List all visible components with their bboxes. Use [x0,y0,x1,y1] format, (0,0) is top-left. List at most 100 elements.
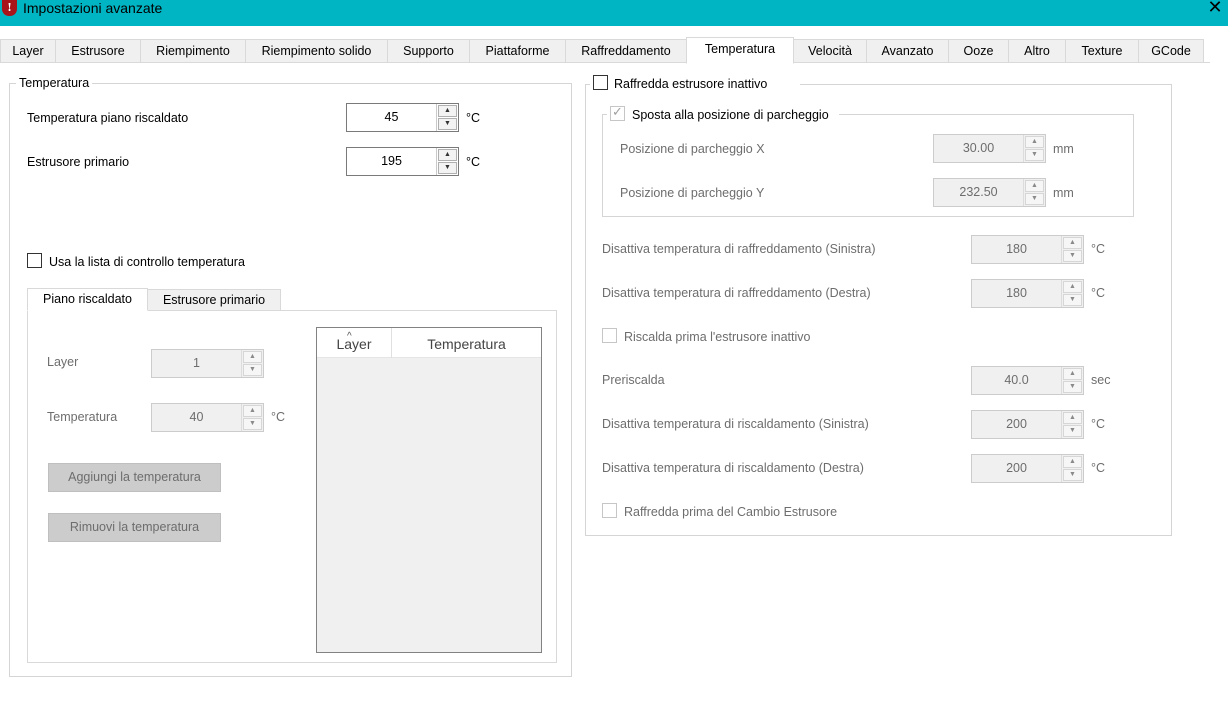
stepper-buttons: ▲ ▼ [1061,236,1083,263]
tab-bar: Layer Estrusore Riempimento Riempimento … [0,37,1228,64]
decrement-icon[interactable]: ▼ [1063,250,1082,262]
tab-texture[interactable]: Texture [1065,39,1139,63]
stepper-buttons: ▲ ▼ [1061,455,1083,482]
column-header-layer[interactable]: ^ Layer [317,328,391,358]
primary-extruder-label: Estrusore primario [27,155,130,169]
temperature-value[interactable]: 40 [152,404,241,431]
increment-icon[interactable]: ▲ [243,405,262,417]
preheat-idle-checkbox[interactable] [602,328,617,343]
preheat-label: Preriscalda [602,373,665,387]
increment-icon[interactable]: ▲ [1063,412,1082,424]
add-temperature-button[interactable]: Aggiungi la temperatura [48,463,221,492]
increment-icon[interactable]: ▲ [1025,136,1044,148]
primary-extruder-value[interactable]: 195 [347,148,436,175]
tab-supporto[interactable]: Supporto [387,39,470,63]
inner-tab-estrusore-primario[interactable]: Estrusore primario [147,289,281,311]
preheat-stepper[interactable]: 40.0 ▲ ▼ [971,366,1084,395]
decrement-icon[interactable]: ▼ [243,364,262,376]
cool-before-change-label: Raffredda prima del Cambio Estrusore [624,505,838,519]
decrement-icon[interactable]: ▼ [1063,469,1082,481]
cool-before-change-checkbox[interactable] [602,503,617,518]
tab-velocita[interactable]: Velocità [793,39,867,63]
preheat-unit: sec [1091,373,1111,387]
increment-icon[interactable]: ▲ [438,105,457,117]
cool-off-right-label: Disattiva temperatura di raffreddamento … [602,286,871,300]
primary-extruder-stepper[interactable]: 195 ▲ ▼ [346,147,459,176]
heat-off-right-unit: °C [1091,461,1106,475]
inner-tab-piano-riscaldato[interactable]: Piano riscaldato [27,288,148,311]
tab-raffreddamento[interactable]: Raffreddamento [565,39,687,63]
heat-off-left-stepper[interactable]: 200 ▲ ▼ [971,410,1084,439]
tab-divider [0,62,1210,63]
layer-label: Layer [47,355,79,369]
heat-off-right-value[interactable]: 200 [972,455,1061,482]
increment-icon[interactable]: ▲ [1063,456,1082,468]
stepper-buttons: ▲ ▼ [1061,411,1083,438]
cool-off-right-value[interactable]: 180 [972,280,1061,307]
heat-off-right-label: Disattiva temperatura di riscaldamento (… [602,461,864,475]
tab-estrusore[interactable]: Estrusore [55,39,141,63]
park-x-stepper[interactable]: 30.00 ▲ ▼ [933,134,1046,163]
tab-gcode[interactable]: GCode [1138,39,1204,63]
park-y-value[interactable]: 232.50 [934,179,1023,206]
decrement-icon[interactable]: ▼ [243,418,262,430]
increment-icon[interactable]: ▲ [1063,281,1082,293]
park-checkbox[interactable]: ✓ [610,104,625,121]
tab-layer[interactable]: Layer [0,39,56,63]
heat-off-right-stepper[interactable]: 200 ▲ ▼ [971,454,1084,483]
close-icon[interactable]: ✕ [1206,0,1224,16]
list-header: ^ Layer Temperatura [317,328,541,358]
heat-off-left-value[interactable]: 200 [972,411,1061,438]
stepper-buttons: ▲ ▼ [1023,135,1045,162]
use-control-list-checkbox[interactable] [27,253,42,268]
cool-off-left-value[interactable]: 180 [972,236,1061,263]
use-control-list-label: Usa la lista di controllo temperatura [49,255,245,269]
decrement-icon[interactable]: ▼ [1025,193,1044,205]
decrement-icon[interactable]: ▼ [1063,425,1082,437]
increment-icon[interactable]: ▲ [1025,180,1044,192]
tab-riempimento[interactable]: Riempimento [140,39,246,63]
bed-temperature-value[interactable]: 45 [347,104,436,131]
temperature-stepper[interactable]: 40 ▲ ▼ [151,403,264,432]
cool-idle-checkbox[interactable] [593,75,608,90]
cool-off-right-stepper[interactable]: 180 ▲ ▼ [971,279,1084,308]
increment-icon[interactable]: ▲ [438,149,457,161]
park-x-unit: mm [1053,142,1074,156]
temperature-label: Temperatura [47,410,118,424]
stepper-buttons: ▲ ▼ [241,404,263,431]
decrement-icon[interactable]: ▼ [438,118,457,130]
decrement-icon[interactable]: ▼ [1063,294,1082,306]
tab-altro[interactable]: Altro [1008,39,1066,63]
remove-temperature-button[interactable]: Rimuovi la temperatura [48,513,221,542]
stepper-buttons: ▲ ▼ [1061,367,1083,394]
bed-temperature-stepper[interactable]: 45 ▲ ▼ [346,103,459,132]
stepper-buttons: ▲ ▼ [436,148,458,175]
tab-ooze[interactable]: Ooze [948,39,1009,63]
decrement-icon[interactable]: ▼ [1063,381,1082,393]
park-y-stepper[interactable]: 232.50 ▲ ▼ [933,178,1046,207]
tab-avanzato[interactable]: Avanzato [866,39,949,63]
preheat-value[interactable]: 40.0 [972,367,1061,394]
increment-icon[interactable]: ▲ [243,351,262,363]
increment-icon[interactable]: ▲ [1063,237,1082,249]
tab-temperatura[interactable]: Temperatura [686,37,794,64]
park-x-value[interactable]: 30.00 [934,135,1023,162]
decrement-icon[interactable]: ▼ [438,162,457,174]
decrement-icon[interactable]: ▼ [1025,149,1044,161]
stepper-buttons: ▲ ▼ [241,350,263,377]
preheat-idle-label: Riscalda prima l'estrusore inattivo [624,330,811,344]
increment-icon[interactable]: ▲ [1063,368,1082,380]
layer-value[interactable]: 1 [152,350,241,377]
cool-off-right-unit: °C [1091,286,1106,300]
column-header-temperatura[interactable]: Temperatura [392,328,541,358]
column-header-layer-label: Layer [336,336,372,352]
heat-off-left-unit: °C [1091,417,1106,431]
checkmark-icon: ✓ [612,104,623,119]
cool-off-left-stepper[interactable]: 180 ▲ ▼ [971,235,1084,264]
tab-riempimento-solido[interactable]: Riempimento solido [245,39,388,63]
layer-stepper[interactable]: 1 ▲ ▼ [151,349,264,378]
tab-piattaforme[interactable]: Piattaforme [469,39,566,63]
temperature-list[interactable]: ^ Layer Temperatura [316,327,542,653]
heat-off-left-label: Disattiva temperatura di riscaldamento (… [602,417,869,431]
park-label: Sposta alla posizione di parcheggio [632,108,829,122]
